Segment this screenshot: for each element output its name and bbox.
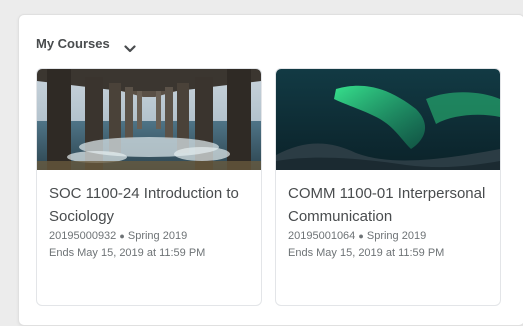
course-card[interactable]: SOC 1100-24 Introduction to Sociology 20… <box>36 68 262 306</box>
aurora-borealis-image[interactable] <box>276 69 500 170</box>
course-term: Spring 2019 <box>366 230 427 242</box>
course-end-date: Ends May 15, 2019 at 11:59 PM <box>49 247 206 259</box>
course-code: 20195000932 <box>49 230 117 242</box>
separator-dot: ● <box>358 231 364 241</box>
pier-underside-ocean-image[interactable] <box>37 69 261 170</box>
course-title[interactable]: SOC 1100-24 Introduction to Sociology <box>49 182 249 228</box>
course-code: 20195001064 <box>288 230 356 242</box>
separator-dot: ● <box>119 231 125 241</box>
course-card[interactable]: COMM 1100-01 Interpersonal Communication… <box>275 68 501 306</box>
my-courses-header[interactable]: My Courses <box>36 36 136 52</box>
course-term: Spring 2019 <box>127 230 188 242</box>
course-meta: 20195000932 ● Spring 2019 <box>49 228 249 245</box>
course-title[interactable]: COMM 1100-01 Interpersonal Communication <box>288 182 488 228</box>
course-end-date: Ends May 15, 2019 at 11:59 PM <box>288 247 445 259</box>
course-meta: 20195001064 ● Spring 2019 <box>288 228 488 245</box>
chevron-down-icon[interactable] <box>124 40 136 52</box>
my-courses-title[interactable]: My Courses <box>36 36 110 51</box>
my-courses-widget: My Courses SOC 1100-24 Introduction to S… <box>18 14 523 326</box>
